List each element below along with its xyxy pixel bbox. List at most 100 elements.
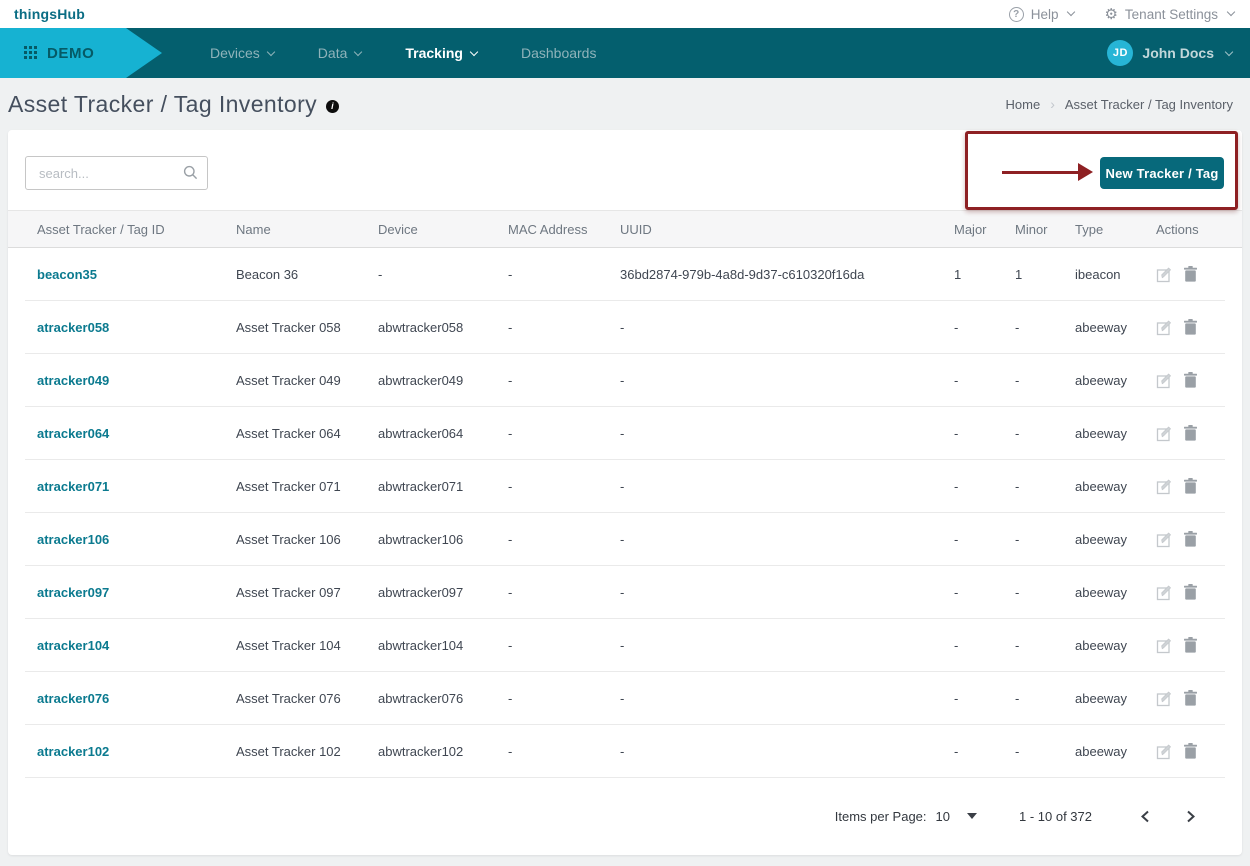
nav-item-tracking[interactable]: Tracking <box>405 45 477 61</box>
delete-button[interactable] <box>1184 743 1197 759</box>
chevron-down-icon <box>267 48 275 56</box>
chevron-left-icon <box>1140 810 1150 823</box>
cell-device: abwtracker064 <box>370 426 500 441</box>
cell-mac: - <box>500 320 612 335</box>
tracker-id-link[interactable]: atracker049 <box>37 373 109 388</box>
tracker-id-link[interactable]: atracker102 <box>37 744 109 759</box>
tracker-id-link[interactable]: atracker058 <box>37 320 109 335</box>
table-row: beacon35Beacon 36--36bd2874-979b-4a8d-9d… <box>25 248 1225 301</box>
cell-device: abwtracker106 <box>370 532 500 547</box>
cell-minor: - <box>1007 638 1067 653</box>
cell-uuid: - <box>612 479 946 494</box>
edit-button[interactable] <box>1156 425 1173 442</box>
delete-button[interactable] <box>1184 584 1197 600</box>
cell-major: 1 <box>946 267 1007 282</box>
cell-minor: - <box>1007 532 1067 547</box>
edit-button[interactable] <box>1156 690 1173 707</box>
delete-icon <box>1184 319 1197 335</box>
delete-button[interactable] <box>1184 266 1197 282</box>
tracker-id-link[interactable]: beacon35 <box>37 267 97 282</box>
breadcrumb-current: Asset Tracker / Tag Inventory <box>1065 97 1233 112</box>
new-tracker-button[interactable]: New Tracker / Tag <box>1100 157 1224 189</box>
column-header-5: Major <box>946 222 1007 237</box>
table-row: atracker071Asset Tracker 071abwtracker07… <box>25 460 1225 513</box>
delete-button[interactable] <box>1184 531 1197 547</box>
cell-id: atracker071 <box>25 479 228 494</box>
next-page-button[interactable] <box>1184 808 1198 825</box>
edit-button[interactable] <box>1156 372 1173 389</box>
delete-button[interactable] <box>1184 319 1197 335</box>
annotation-arrow <box>1002 171 1080 174</box>
tracker-id-link[interactable]: atracker071 <box>37 479 109 494</box>
nav-item-label: Devices <box>210 45 260 61</box>
user-menu[interactable]: JD John Docs <box>1107 40 1250 66</box>
tracker-id-link[interactable]: atracker076 <box>37 691 109 706</box>
search-input[interactable] <box>25 156 208 190</box>
page-header: Asset Tracker / Tag Inventory i Home › A… <box>0 78 1250 130</box>
nav-item-data[interactable]: Data <box>318 45 362 61</box>
delete-icon <box>1184 266 1197 282</box>
delete-button[interactable] <box>1184 637 1197 653</box>
user-name: John Docs <box>1142 45 1214 61</box>
cell-type: ibeacon <box>1067 267 1148 282</box>
cell-device: abwtracker058 <box>370 320 500 335</box>
tracker-id-link[interactable]: atracker097 <box>37 585 109 600</box>
tenant-badge[interactable]: DEMO <box>0 28 162 78</box>
edit-icon <box>1156 690 1173 707</box>
column-header-2: Device <box>370 222 500 237</box>
cell-name: Asset Tracker 104 <box>228 638 370 653</box>
breadcrumb-home[interactable]: Home <box>1006 97 1041 112</box>
cell-name: Asset Tracker 106 <box>228 532 370 547</box>
delete-button[interactable] <box>1184 690 1197 706</box>
delete-icon <box>1184 531 1197 547</box>
cell-name: Asset Tracker 097 <box>228 585 370 600</box>
table-row: atracker097Asset Tracker 097abwtracker09… <box>25 566 1225 619</box>
edit-button[interactable] <box>1156 743 1173 760</box>
cell-actions <box>1148 584 1225 601</box>
inventory-card: New Tracker / Tag Asset Tracker / Tag ID… <box>8 130 1242 855</box>
cell-name: Asset Tracker 058 <box>228 320 370 335</box>
tenant-settings-menu[interactable]: ⚙ Tenant Settings <box>1104 7 1234 22</box>
cell-id: atracker076 <box>25 691 228 706</box>
delete-icon <box>1184 637 1197 653</box>
cell-actions <box>1148 425 1225 442</box>
edit-button[interactable] <box>1156 319 1173 336</box>
edit-icon <box>1156 584 1173 601</box>
cell-uuid: - <box>612 532 946 547</box>
cell-actions <box>1148 690 1225 707</box>
nav-items: Devices Data Tracking Dashboards <box>210 45 596 61</box>
edit-button[interactable] <box>1156 637 1173 654</box>
items-per-page-select[interactable]: 10 <box>936 809 977 824</box>
edit-button[interactable] <box>1156 478 1173 495</box>
chevron-down-icon <box>1225 47 1233 55</box>
delete-button[interactable] <box>1184 372 1197 388</box>
cell-major: - <box>946 585 1007 600</box>
delete-button[interactable] <box>1184 425 1197 441</box>
items-per-page-value: 10 <box>936 809 950 824</box>
tracker-id-link[interactable]: atracker064 <box>37 426 109 441</box>
breadcrumb: Home › Asset Tracker / Tag Inventory <box>1006 96 1233 112</box>
cell-type: abeeway <box>1067 479 1148 494</box>
edit-button[interactable] <box>1156 531 1173 548</box>
prev-page-button[interactable] <box>1138 808 1152 825</box>
cell-mac: - <box>500 426 612 441</box>
cell-actions <box>1148 319 1225 336</box>
tracker-id-link[interactable]: atracker104 <box>37 638 109 653</box>
edit-button[interactable] <box>1156 266 1173 283</box>
brand-logo[interactable]: thingsHub <box>14 6 85 22</box>
cell-type: abeeway <box>1067 691 1148 706</box>
help-menu[interactable]: ? Help <box>1009 7 1075 22</box>
chevron-down-icon <box>354 48 362 56</box>
cell-major: - <box>946 320 1007 335</box>
cell-uuid: - <box>612 426 946 441</box>
nav-item-devices[interactable]: Devices <box>210 45 274 61</box>
edit-icon <box>1156 425 1173 442</box>
edit-button[interactable] <box>1156 584 1173 601</box>
delete-button[interactable] <box>1184 478 1197 494</box>
info-icon[interactable]: i <box>326 100 339 113</box>
nav-item-dashboards[interactable]: Dashboards <box>521 45 597 61</box>
tracker-id-link[interactable]: atracker106 <box>37 532 109 547</box>
cell-device: abwtracker049 <box>370 373 500 388</box>
edit-icon <box>1156 637 1173 654</box>
cell-device: abwtracker076 <box>370 691 500 706</box>
